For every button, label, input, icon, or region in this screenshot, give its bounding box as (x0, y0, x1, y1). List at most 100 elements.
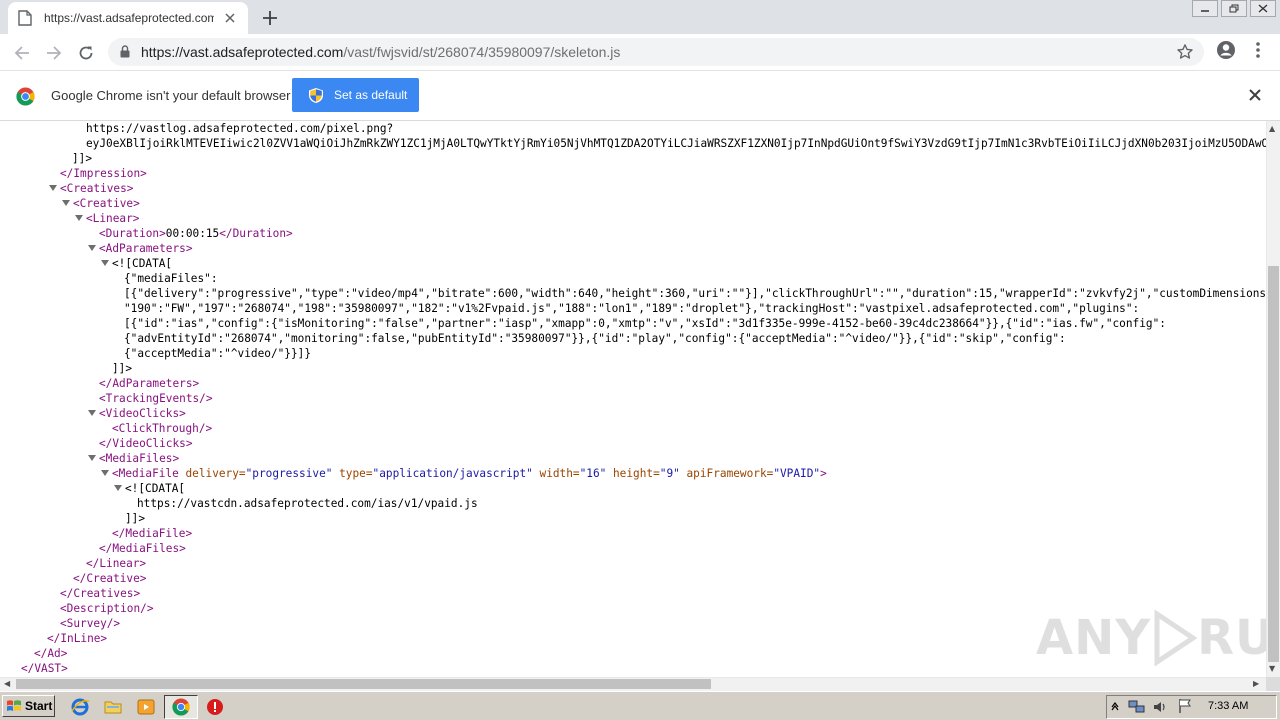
document-icon (18, 10, 32, 26)
network-icon[interactable] (1128, 699, 1146, 715)
start-label: Start (25, 699, 53, 713)
plus-icon (263, 11, 277, 25)
code-line: https://vastcdn.adsafeprotected.com/ias/… (137, 497, 478, 510)
default-browser-infobar: Google Chrome isn't your default browser… (0, 71, 1280, 121)
code-line: </Creative> (73, 572, 147, 585)
collapse-triangle-icon[interactable] (88, 455, 96, 461)
minimize-button[interactable] (1192, 0, 1218, 17)
url-text[interactable]: https://vast.adsafeprotected.com/vast/fw… (141, 44, 620, 60)
anyrun-watermark: ANY RUN (1036, 610, 1280, 666)
scroll-left-arrow-icon[interactable]: ◀ (4, 679, 10, 689)
internet-explorer-icon[interactable] (70, 697, 90, 717)
collapse-triangle-icon[interactable] (101, 470, 109, 476)
collapse-triangle-icon[interactable] (114, 485, 122, 491)
windows-logo-icon (7, 700, 21, 711)
arrow-right-icon (47, 46, 62, 60)
code-line: </VideoClicks> (99, 437, 193, 450)
account-icon[interactable] (1216, 40, 1236, 60)
collapse-triangle-icon[interactable] (62, 200, 70, 206)
code-line: <![CDATA[ (114, 481, 185, 496)
code-line: {"advEntityId":"268074","monitoring":fal… (124, 332, 1066, 345)
code-line: </Linear> (86, 557, 147, 570)
code-line: </MediaFile> (112, 527, 193, 540)
arrow-left-icon (14, 46, 29, 60)
code-line: </AdParameters> (99, 377, 200, 390)
folder-icon[interactable] (103, 697, 123, 717)
code-line: ]]> (72, 152, 93, 165)
code-line: <Duration>00:00:15</Duration> (99, 227, 293, 240)
taskbar-chrome-button[interactable] (164, 695, 198, 719)
close-infobar-icon[interactable] (1248, 88, 1262, 102)
code-line: {"mediaFiles": (124, 272, 218, 285)
code-line: https://vastlog.adsafeprotected.com/pixe… (86, 122, 394, 135)
code-line: <![CDATA[ (101, 256, 172, 271)
lock-icon[interactable] (120, 45, 130, 58)
taskbar-clock[interactable]: 7:33 AM (1208, 700, 1248, 712)
url-path: /vast/fwjsvid/st/268074/35980097/skeleto… (343, 44, 621, 60)
horizontal-scroll-thumb[interactable] (16, 679, 711, 689)
code-line: <MediaFile delivery="progressive" type="… (101, 466, 827, 481)
start-button[interactable]: Start (2, 695, 55, 717)
scroll-down-arrow-icon[interactable]: ▼ (1269, 664, 1275, 674)
screen: https://vast.adsafeprotected.com/v https… (0, 0, 1280, 720)
tab-active[interactable]: https://vast.adsafeprotected.com/v (8, 2, 248, 34)
code-line: </MediaFiles> (99, 542, 186, 555)
chrome-icon (172, 698, 190, 716)
scrollbar-corner (1266, 677, 1280, 691)
reload-button[interactable] (74, 41, 98, 65)
windows-taskbar: Start 7:33 AM (0, 691, 1280, 720)
close-icon (1258, 4, 1268, 13)
set-as-default-button[interactable]: Set as default (292, 78, 419, 112)
chevron-up-icon[interactable] (1111, 701, 1119, 711)
collapse-triangle-icon[interactable] (88, 245, 96, 251)
tab-strip: https://vast.adsafeprotected.com/v (0, 0, 1280, 34)
code-line: <Linear> (75, 211, 139, 226)
reload-icon (79, 46, 93, 60)
code-line: [{"delivery":"progressive","type":"video… (124, 287, 1266, 300)
code-line: </Impression> (60, 167, 147, 180)
kebab-menu-icon[interactable] (1250, 40, 1266, 60)
code-line: [{"id":"ias","config":{"isMonitoring":"f… (124, 317, 1166, 330)
forward-button[interactable] (42, 41, 66, 65)
code-line: <Description/> (60, 602, 154, 615)
scroll-right-arrow-icon[interactable]: ▶ (1253, 679, 1259, 689)
close-window-button[interactable] (1250, 0, 1276, 17)
collapse-triangle-icon[interactable] (49, 185, 57, 191)
code-line: eyJ0eXBlIjoiRklMTEVEIiwic2l0ZVV1aWQiOiJh… (86, 137, 1266, 150)
bookmark-star-icon[interactable] (1176, 43, 1194, 61)
close-tab-icon[interactable] (222, 10, 238, 26)
window-controls (1189, 0, 1276, 17)
infobar-message: Google Chrome isn't your default browser (51, 88, 291, 103)
scroll-up-arrow-icon[interactable]: ▲ (1269, 124, 1275, 134)
vertical-scroll-thumb[interactable] (1268, 266, 1279, 662)
code-line: <Creative> (62, 196, 140, 211)
code-line: ]]> (112, 362, 133, 375)
media-player-icon[interactable] (136, 697, 156, 717)
new-tab-button[interactable] (259, 7, 281, 29)
flag-icon[interactable] (1177, 698, 1193, 714)
volume-icon[interactable] (1152, 699, 1168, 715)
url-host: https://vast.adsafeprotected.com (141, 44, 344, 60)
code-line: <ClickThrough/> (112, 422, 213, 435)
code-line: </InLine> (47, 632, 108, 645)
xml-viewer: https://vastlog.adsafeprotected.com/pixe… (0, 121, 1266, 677)
code-line: <TrackingEvents/> (99, 392, 213, 405)
code-line: ]]> (125, 512, 146, 525)
collapse-triangle-icon[interactable] (101, 260, 109, 266)
restore-button[interactable] (1221, 0, 1247, 17)
code-line: </VAST> (21, 662, 68, 675)
watermark-text-left: ANY (1036, 610, 1152, 666)
back-button[interactable] (10, 41, 34, 65)
collapse-triangle-icon[interactable] (75, 215, 83, 221)
code-line: <AdParameters> (88, 241, 193, 256)
browser-toolbar: https://vast.adsafeprotected.com/vast/fw… (0, 34, 1280, 71)
code-line: <Survey/> (60, 617, 121, 630)
collapse-triangle-icon[interactable] (88, 410, 96, 416)
uac-shield-icon (309, 87, 323, 103)
minimize-icon (1201, 9, 1209, 12)
stop-sign-icon[interactable] (205, 697, 225, 717)
code-line: <Creatives> (49, 181, 133, 196)
set-as-default-label: Set as default (334, 88, 408, 102)
code-line: </Ad> (34, 647, 68, 660)
address-bar[interactable]: https://vast.adsafeprotected.com/vast/fw… (108, 38, 1204, 66)
